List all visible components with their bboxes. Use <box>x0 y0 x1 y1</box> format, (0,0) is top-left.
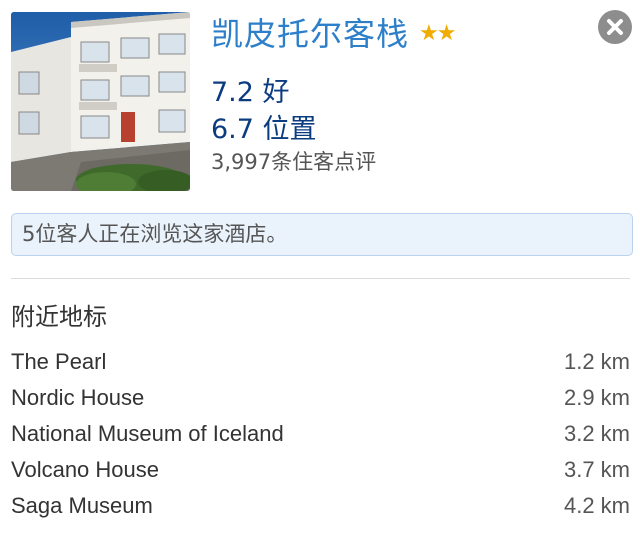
landmark-name: The Pearl <box>11 349 107 374</box>
hotel-photo-image <box>11 12 190 191</box>
landmark-distance: 2.9 km <box>563 385 630 410</box>
landmark-row: Saga Museum 4.2 km <box>11 488 630 524</box>
landmark-distance: 4.2 km <box>563 493 630 518</box>
section-divider <box>11 278 630 279</box>
landmark-row: Volcano House 3.7 km <box>11 452 630 488</box>
hotel-popup-card: 凯皮托尔客栈 ★★ 7.2 好 6.7 位置 3,997条住客点评 5位客人正在… <box>0 0 640 538</box>
landmark-distance: 3.7 km <box>563 457 630 482</box>
landmark-row: Nordic House 2.9 km <box>11 380 630 416</box>
hotel-title-row: 凯皮托尔客栈 ★★ <box>211 12 456 56</box>
landmark-name: Nordic House <box>11 385 145 410</box>
hotel-photo[interactable] <box>11 12 190 191</box>
review-count: 3,997条住客点评 <box>211 150 377 174</box>
review-score: 7.2 好 <box>211 77 290 108</box>
close-button[interactable] <box>598 10 632 44</box>
star-rating-icon: ★★ <box>419 21 456 46</box>
location-score: 6.7 位置 <box>211 114 317 145</box>
landmark-distance: 3.2 km <box>563 421 630 446</box>
landmark-distance: 1.2 km <box>563 349 630 374</box>
viewers-notice: 5位客人正在浏览这家酒店。 <box>11 213 633 256</box>
landmark-name: National Museum of Iceland <box>11 421 284 446</box>
hotel-name[interactable]: 凯皮托尔客栈 <box>211 12 409 56</box>
landmark-row: National Museum of Iceland 3.2 km <box>11 416 630 452</box>
close-icon <box>607 19 623 35</box>
landmark-name: Saga Museum <box>11 493 153 518</box>
landmark-name: Volcano House <box>11 457 159 482</box>
nearby-landmarks-title: 附近地标 <box>11 303 107 331</box>
landmark-list: The Pearl 1.2 km Nordic House 2.9 km Nat… <box>11 344 630 524</box>
landmark-row: The Pearl 1.2 km <box>11 344 630 380</box>
